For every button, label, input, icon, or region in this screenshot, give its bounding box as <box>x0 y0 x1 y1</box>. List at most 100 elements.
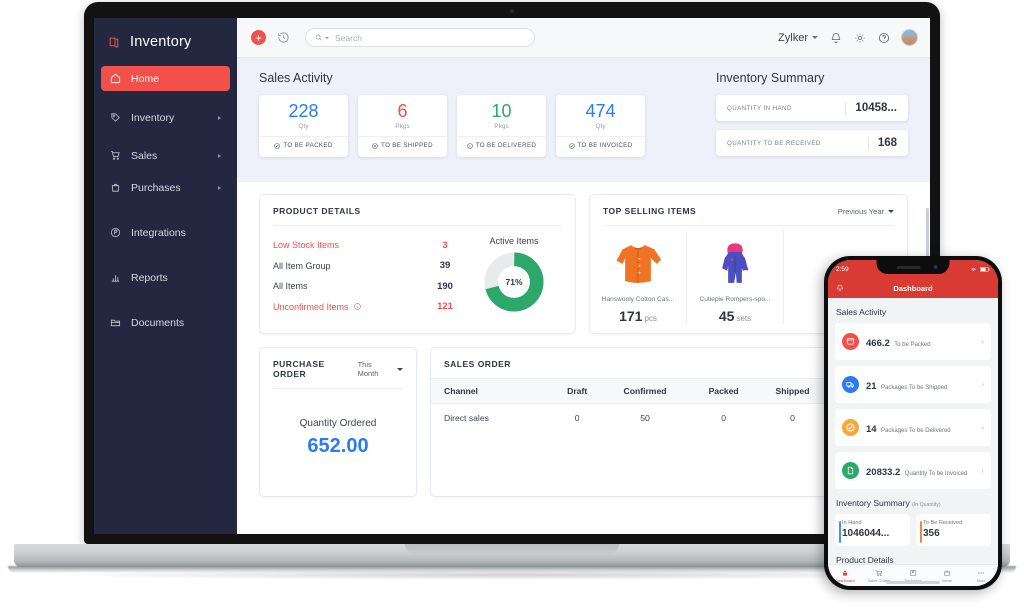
filter-label: This Month <box>357 360 379 378</box>
inventory-summary-title: Inventory Summary <box>716 71 825 85</box>
sidebar-item-label: Inventory <box>131 111 175 124</box>
chevron-down-icon[interactable] <box>325 36 329 39</box>
avatar[interactable] <box>901 29 918 46</box>
more-dots-icon <box>978 571 984 574</box>
phone-nav-title: Dashboard <box>893 283 933 293</box>
purchase-order-filter[interactable]: This Month <box>358 360 403 378</box>
sidebar-item-label: Integrations <box>131 226 186 239</box>
cardigan-svg <box>616 245 662 283</box>
phone-tab-dashboard[interactable]: Dashboard <box>828 569 862 583</box>
help-circle-icon[interactable] <box>877 31 890 44</box>
phone-activity-label: Quantity To be Invoiced <box>904 470 968 477</box>
product-details-list: Low Stock Items 3 All Item Group 39 All … <box>273 235 466 317</box>
item-name: Cutiepie Rompers-spo... <box>699 296 771 303</box>
phone-activity-row-invoiced[interactable]: 20833.2 Quantity To be Invoiced › <box>835 452 991 489</box>
product-detail-row-all-item-group[interactable]: All Item Group 39 <box>273 256 466 277</box>
sidebar-item-integrations[interactable]: Integrations <box>101 220 230 245</box>
notification-bell-icon[interactable] <box>829 31 842 44</box>
summary-row-quantity-to-be-received[interactable]: QUANTITY TO BE RECEIVED 168 <box>716 130 908 156</box>
stat-label: TO BE DELIVERED <box>475 142 537 149</box>
stat-value: 6 <box>397 101 408 121</box>
top-selling-item[interactable]: Cutiepie Rompers-spo... 45 sets <box>687 231 784 324</box>
sidebar-item-label: Documents <box>131 316 185 329</box>
phone-tab-items[interactable]: Items <box>930 569 964 583</box>
phone-tab-label: Dashboard <box>835 577 855 583</box>
sidebar: Inventory Home Inventory Sales Purchases… <box>94 18 237 534</box>
donut-chart[interactable]: 71% <box>484 252 544 312</box>
brand[interactable]: Inventory <box>94 18 237 66</box>
org-switcher[interactable]: Zylker <box>778 32 818 44</box>
phone-activity-text: 21 Packages To be Shipped <box>866 376 947 394</box>
stat-label: TO BE INVOICED <box>577 142 633 149</box>
sidebar-item-reports[interactable]: Reports <box>101 265 230 290</box>
sidebar-item-sales[interactable]: Sales <box>101 143 230 168</box>
column-header-packed[interactable]: Packed <box>691 378 757 404</box>
info-circle-icon[interactable] <box>353 303 361 310</box>
product-detail-row-low-stock[interactable]: Low Stock Items 3 <box>273 235 466 256</box>
stat-card-to-be-invoiced[interactable]: 474 Qty TO BE INVOICED <box>556 95 645 157</box>
settings-gear-icon[interactable] <box>853 31 866 44</box>
phone-inventory-subtitle: (In Quantity) <box>912 502 941 508</box>
sidebar-item-purchases[interactable]: Purchases <box>101 175 230 200</box>
laptop-camera <box>510 9 514 13</box>
item-qty-unit: pcs <box>644 314 657 323</box>
stat-unit: Qty <box>298 123 309 130</box>
phone-content[interactable]: Sales Activity 466.2 To be Packed › 21 P… <box>828 298 998 564</box>
sidebar-item-inventory[interactable]: Inventory <box>101 105 230 130</box>
column-header-confirmed[interactable]: Confirmed <box>598 378 692 404</box>
stat-card-to-be-shipped[interactable]: 6 Pkgs TO BE SHIPPED <box>358 95 447 157</box>
panel-title: SALES ORDER <box>444 359 511 369</box>
product-detail-row-unconfirmed[interactable]: Unconfirmed Items 121 <box>273 297 466 318</box>
stat-card-to-be-packed[interactable]: 228 Qty TO BE PACKED <box>259 95 348 157</box>
divider <box>259 136 348 137</box>
search-input[interactable]: Search <box>305 28 535 47</box>
sidebar-item-home[interactable]: Home <box>101 66 230 91</box>
column-header-shipped[interactable]: Shipped <box>756 378 829 404</box>
truck-icon <box>842 376 859 393</box>
stat-label: TO BE PACKED <box>283 142 333 149</box>
laptop-device: Inventory Home Inventory Sales Purchases… <box>84 2 940 544</box>
phone-inventory-summary-title: Inventory Summary (In Quantity) <box>836 498 991 508</box>
blue-romper-image <box>715 237 755 291</box>
recent-history-icon[interactable] <box>277 31 290 44</box>
phone-activity-row-delivered[interactable]: 14 Packages To be Delivered › <box>835 409 991 446</box>
phone-tab-sales-orders[interactable]: Sales Orders <box>862 569 896 583</box>
stat-value: 10 <box>491 101 512 121</box>
phone-inventory-card-in-hand[interactable]: In Hand 1046044... <box>835 514 910 546</box>
phone-activity-value: 14 <box>866 423 877 435</box>
chevron-right-icon <box>218 185 221 190</box>
row-value: 39 <box>439 260 451 272</box>
phone-activity-label: Packages To be Delivered <box>881 427 951 434</box>
topbar-right: Zylker <box>778 29 918 46</box>
sidebar-item-documents[interactable]: Documents <box>101 310 230 335</box>
sales-order-table: Channel Draft Confirmed Packed Shipped D… <box>431 378 829 432</box>
phone-activity-row-packed[interactable]: 466.2 To be Packed › <box>835 323 991 360</box>
product-detail-row-all-items[interactable]: All Items 190 <box>273 276 466 297</box>
phone-activity-row-shipped[interactable]: 21 Packages To be Shipped › <box>835 366 991 403</box>
table-row[interactable]: Direct sales 0 50 0 0 <box>431 404 829 433</box>
purchase-order-value: 652.00 <box>307 435 369 457</box>
summary-row-quantity-in-hand[interactable]: QUANTITY IN HAND 10458... <box>716 95 908 121</box>
top-selling-filter[interactable]: Previous Year <box>838 207 894 216</box>
active-items-chart: Active Items 71% <box>466 235 562 317</box>
item-qty-value: 45 <box>718 308 735 324</box>
column-header-draft[interactable]: Draft <box>555 378 599 404</box>
divider <box>845 101 847 115</box>
top-selling-item[interactable]: Hanswooly Cotton Cas... 171 pcs <box>590 231 687 324</box>
phone-tab-more[interactable]: More <box>964 569 998 583</box>
phone-tab-packages[interactable]: Packages <box>896 569 930 583</box>
summary-value: 10458... <box>855 102 897 114</box>
column-header-channel[interactable]: Channel <box>431 378 556 404</box>
phone-inventory-card-to-be-received[interactable]: To Be Received 356 <box>916 514 991 546</box>
cell-shipped: 0 <box>790 413 795 423</box>
divider <box>556 136 645 137</box>
phone-device: 2:59 Dashboard Sales Activity 466.2 To b… <box>824 256 1002 590</box>
stat-card-to-be-delivered[interactable]: 10 Pkgs TO BE DELIVERED <box>457 95 546 157</box>
product-details-body: Low Stock Items 3 All Item Group 39 All … <box>260 226 575 317</box>
sidebar-item-label: Reports <box>131 271 168 284</box>
add-new-button[interactable]: + <box>251 30 266 45</box>
row-label: All Item Group <box>273 260 331 271</box>
stat-label-row: TO BE PACKED <box>274 142 332 149</box>
chart-label: Active Items <box>489 236 539 246</box>
panel-title: PRODUCT DETAILS <box>273 206 361 216</box>
